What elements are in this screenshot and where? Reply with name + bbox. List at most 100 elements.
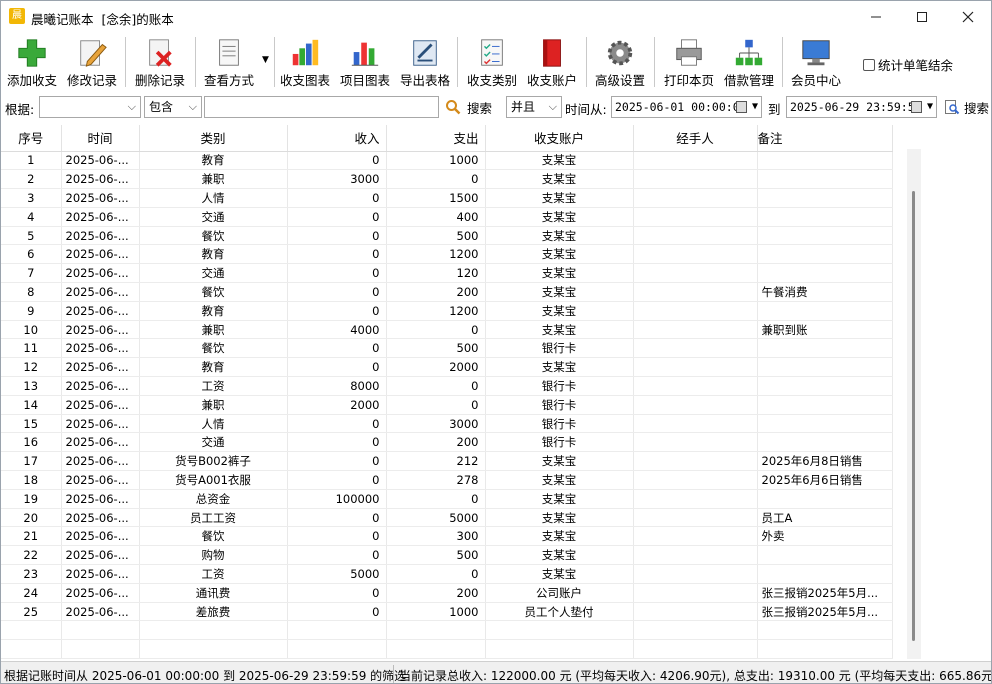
- calendar-icon: [736, 101, 747, 113]
- cell-expense: 200: [386, 432, 486, 453]
- app-logo-icon: 晨: [9, 8, 25, 24]
- add-record-button[interactable]: 添加收支: [5, 35, 59, 89]
- table-row[interactable]: 10 2025-06-... 兼职 4000 0 支某宝 兼职到账: [1, 320, 893, 340]
- table-row[interactable]: 22 2025-06-... 购物 0 500 支某宝: [1, 545, 893, 566]
- member-center-button[interactable]: 会员中心: [789, 35, 843, 89]
- income-expense-chart-button[interactable]: 收支图表: [278, 35, 332, 89]
- title-bar: 晨 晨曦记账本 [念余]的账本: [1, 1, 991, 33]
- search-button[interactable]: 搜索: [445, 96, 492, 118]
- cell-time: 2025-06-...: [61, 207, 140, 227]
- cell-index: 15: [1, 414, 62, 434]
- cell-expense: 0: [386, 376, 486, 396]
- table-row[interactable]: 25 2025-06-... 差旅费 0 1000 员工个人垫付 张三报销2025年5月..…: [1, 602, 893, 622]
- cell-account: 支某宝: [485, 151, 634, 171]
- col-header-expense[interactable]: 支出: [386, 125, 486, 152]
- col-header-account[interactable]: 收支账户: [485, 125, 634, 152]
- cell-account: 银行卡: [485, 376, 634, 396]
- cell-account: 支某宝: [485, 489, 634, 509]
- match-select[interactable]: 包含 ⌵: [144, 96, 202, 118]
- cell-income: 0: [287, 151, 387, 171]
- table-row[interactable]: 3 2025-06-... 人情 0 1500 支某宝: [1, 188, 893, 208]
- table-row[interactable]: 14 2025-06-... 兼职 2000 0 银行卡: [1, 395, 893, 415]
- cell-income: 8000: [287, 376, 387, 396]
- table-row[interactable]: 24 2025-06-... 通讯费 0 200 公司账户 张三报销2025年5月...: [1, 583, 893, 603]
- table-row[interactable]: 18 2025-06-... 货号A001衣服 0 278 支某宝 2025年6月6日销售: [1, 470, 893, 490]
- records-table[interactable]: 序号 时间 类别 收入 支出 收支账户 经手人 备注 1 2025-06-... 教…: [1, 125, 991, 661]
- loan-management-button[interactable]: 借款管理: [722, 35, 776, 89]
- cell-note: 2025年6月6日销售: [757, 470, 893, 490]
- table-row[interactable]: 21 2025-06-... 餐饮 0 300 支某宝 外卖: [1, 526, 893, 547]
- table-row[interactable]: 1 2025-06-... 教育 0 1000 支某宝: [1, 151, 893, 171]
- table-row[interactable]: 17 2025-06-... 货号B002裤子 0 212 支某宝 2025年6月8日销售: [1, 451, 893, 472]
- table-row[interactable]: 4 2025-06-... 交通 0 400 支某宝: [1, 207, 893, 227]
- table-row[interactable]: 13 2025-06-... 工资 8000 0 银行卡: [1, 376, 893, 396]
- table-row[interactable]: 7 2025-06-... 交通 0 120 支某宝: [1, 263, 893, 284]
- cell-expense: 500: [386, 226, 486, 246]
- export-table-button[interactable]: 导出表格: [398, 35, 452, 89]
- time-from-picker[interactable]: 2025-06-01 00:00:00 ▼: [611, 96, 762, 118]
- cell-account: 支某宝: [485, 188, 634, 208]
- table-row[interactable]: 19 2025-06-... 总资金 100000 0 支某宝: [1, 489, 893, 509]
- search-button-2[interactable]: 搜索: [944, 96, 989, 118]
- time-to-picker[interactable]: 2025-06-29 23:59:59 ▼: [786, 96, 937, 118]
- cell-handler: [633, 169, 758, 190]
- view-mode-dropdown-icon[interactable]: ▼: [262, 55, 269, 65]
- table-row[interactable]: 12 2025-06-... 教育 0 2000 支某宝: [1, 357, 893, 378]
- cell-account: 银行卡: [485, 414, 634, 434]
- keyword-input[interactable]: [204, 96, 439, 118]
- checkbox-box[interactable]: [863, 58, 875, 71]
- table-row[interactable]: 6 2025-06-... 教育 0 1200 支某宝: [1, 244, 893, 265]
- cell-account: 支某宝: [485, 508, 634, 528]
- table-row[interactable]: 8 2025-06-... 餐饮 0 200 支某宝 午餐消费: [1, 282, 893, 302]
- delete-record-button[interactable]: 删除记录: [131, 35, 189, 89]
- category-button[interactable]: 收支类别: [465, 35, 519, 89]
- bar-chart-icon: [292, 39, 319, 66]
- cell-category: 工资: [139, 564, 288, 584]
- cell-expense: 120: [386, 263, 486, 284]
- cell-category: 工资: [139, 376, 288, 396]
- table-row[interactable]: 20 2025-06-... 员工工资 0 5000 支某宝 员工A: [1, 508, 893, 528]
- col-header-income[interactable]: 收入: [287, 125, 387, 152]
- cell-category: 货号B002裤子: [139, 451, 288, 472]
- table-row[interactable]: 23 2025-06-... 工资 5000 0 支某宝: [1, 564, 893, 584]
- col-header-handler[interactable]: 经手人: [633, 125, 758, 152]
- table-row[interactable]: 9 2025-06-... 教育 0 1200 支某宝: [1, 301, 893, 321]
- empty-row: [1, 639, 893, 660]
- table-row[interactable]: 16 2025-06-... 交通 0 200 银行卡: [1, 432, 893, 453]
- logic-select[interactable]: 并且 ⌵: [506, 96, 562, 118]
- cell-note: [757, 395, 893, 415]
- scrollbar-thumb[interactable]: [912, 191, 915, 641]
- account-button[interactable]: 收支账户: [525, 35, 579, 89]
- view-mode-button[interactable]: 查看方式: [201, 35, 257, 89]
- table-row[interactable]: 2 2025-06-... 兼职 3000 0 支某宝: [1, 169, 893, 190]
- item-chart-button[interactable]: 项目图表: [338, 35, 392, 89]
- single-balance-checkbox[interactable]: 统计单笔结余: [863, 55, 953, 74]
- col-header-category[interactable]: 类别: [139, 125, 288, 152]
- cell-category: 交通: [139, 263, 288, 284]
- cell-income: 0: [287, 188, 387, 208]
- minimize-button[interactable]: [853, 1, 899, 33]
- cell-expense: 0: [386, 489, 486, 509]
- cell-time: 2025-06-...: [61, 338, 140, 359]
- maximize-button[interactable]: [899, 1, 945, 33]
- checklist-icon: [481, 39, 503, 66]
- cell-note: 外卖: [757, 526, 893, 547]
- cell-income: 0: [287, 470, 387, 490]
- field-select[interactable]: ⌵: [39, 96, 141, 118]
- chevron-down-icon: ▼: [926, 101, 933, 112]
- col-header-time[interactable]: 时间: [61, 125, 140, 152]
- col-header-index[interactable]: 序号: [1, 125, 62, 152]
- toolbar-separator: [457, 37, 458, 87]
- cell-handler: [633, 545, 758, 566]
- col-header-note[interactable]: 备注: [757, 125, 893, 152]
- close-button[interactable]: [945, 1, 991, 33]
- cell-account: 公司账户: [485, 583, 634, 603]
- cell-category: 人情: [139, 188, 288, 208]
- advanced-settings-button[interactable]: 高级设置: [593, 35, 647, 89]
- table-row[interactable]: 5 2025-06-... 餐饮 0 500 支某宝: [1, 226, 893, 246]
- table-row[interactable]: 15 2025-06-... 人情 0 3000 银行卡: [1, 414, 893, 434]
- print-page-button[interactable]: 打印本页: [662, 35, 716, 89]
- edit-record-button[interactable]: 修改记录: [65, 35, 119, 89]
- table-row[interactable]: 11 2025-06-... 餐饮 0 500 银行卡: [1, 338, 893, 359]
- maximize-icon: [917, 12, 927, 22]
